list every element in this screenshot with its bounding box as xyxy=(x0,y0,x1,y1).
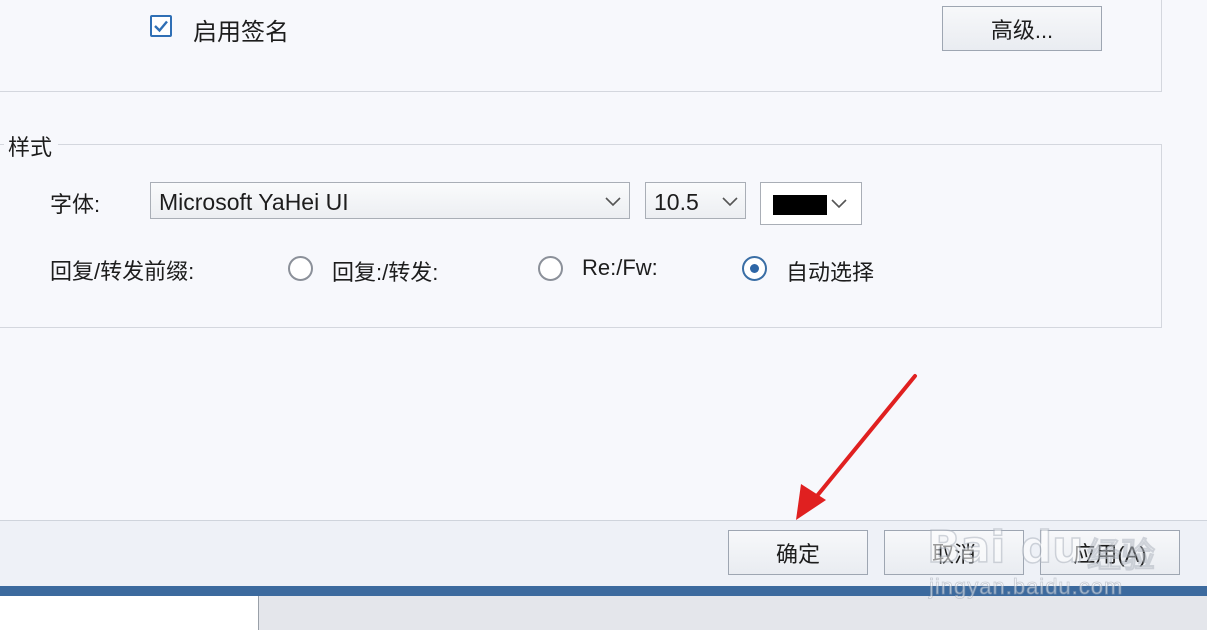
prefix-radio-auto[interactable] xyxy=(742,256,767,281)
watermark-logo: Bai du xyxy=(926,521,1084,574)
font-size-value: 10.5 xyxy=(654,189,699,215)
prefix-option-chinese-label: 回复:/转发: xyxy=(332,260,439,285)
watermark-brand: 经验 xyxy=(1087,537,1156,576)
chevron-down-icon xyxy=(605,197,621,207)
prefix-option-auto-label: 自动选择 xyxy=(786,260,875,285)
color-swatch xyxy=(773,195,827,215)
advanced-button[interactable]: 高级... xyxy=(942,6,1102,51)
prefix-label: 回复/转发前缀: xyxy=(50,259,195,284)
baidu-jingyan-watermark: Bai du 经验 jingyan.baidu.com xyxy=(925,500,1195,610)
ok-button[interactable]: 确定 xyxy=(728,530,868,575)
enable-signature-checkbox[interactable] xyxy=(150,15,172,37)
font-label: 字体: xyxy=(50,192,101,217)
background-area-left xyxy=(0,596,258,630)
font-family-value: Microsoft YaHei UI xyxy=(159,189,349,215)
style-group xyxy=(0,144,1162,328)
check-icon xyxy=(154,20,168,33)
prefix-option-english-label: Re:/Fw: xyxy=(582,255,658,280)
options-dialog: 启用签名 高级... 样式 字体: Microsoft YaHei UI 10.… xyxy=(0,0,1207,587)
chevron-down-icon xyxy=(722,197,738,207)
chevron-down-icon xyxy=(831,199,847,209)
font-size-select[interactable]: 10.5 xyxy=(645,182,746,219)
watermark-url: jingyan.baidu.com xyxy=(929,574,1124,600)
prefix-radio-english[interactable] xyxy=(538,256,563,281)
font-color-picker[interactable] xyxy=(760,182,862,225)
prefix-radio-chinese[interactable] xyxy=(288,256,313,281)
style-group-title: 样式 xyxy=(4,130,59,162)
font-family-select[interactable]: Microsoft YaHei UI xyxy=(150,182,630,219)
enable-signature-label: 启用签名 xyxy=(193,19,289,46)
radio-selected-dot xyxy=(750,264,759,273)
